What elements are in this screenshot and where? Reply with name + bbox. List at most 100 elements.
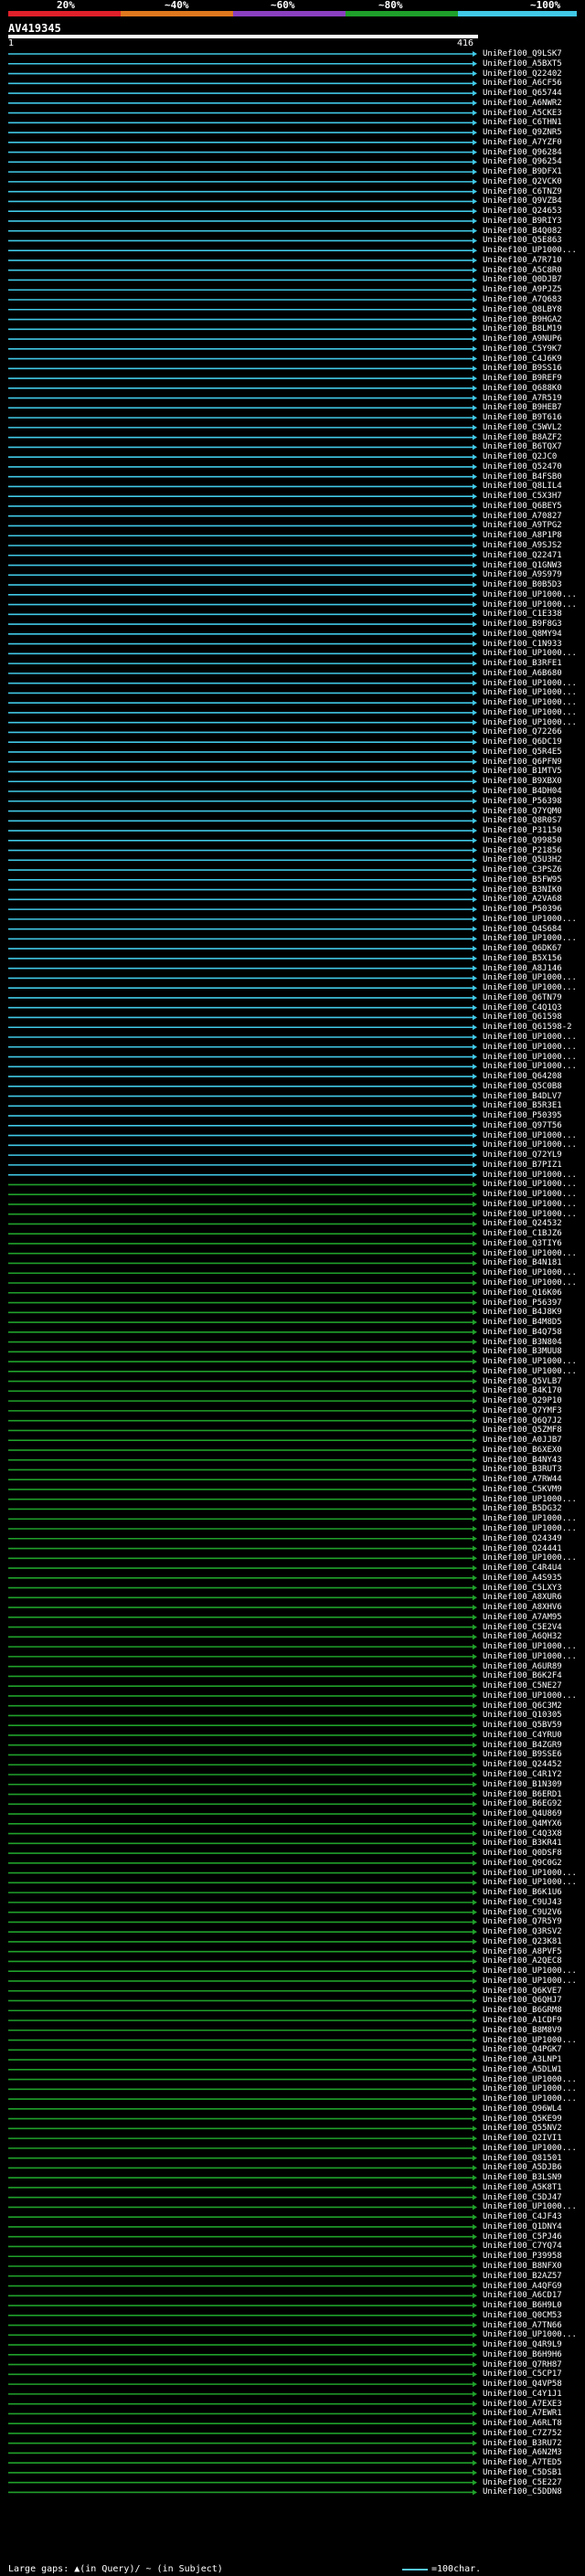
hit-label[interactable]: UniRef100_UP1000...	[483, 915, 585, 924]
hit-label[interactable]: UniRef100_Q61598	[483, 1012, 585, 1022]
hit-label[interactable]: UniRef100_A7R710	[483, 256, 585, 265]
hit-label[interactable]: UniRef100_UP1000...	[483, 1514, 585, 1523]
hit-label[interactable]: UniRef100_Q688K0	[483, 384, 585, 393]
hit-label[interactable]: UniRef100_C4YRU0	[483, 1731, 585, 1740]
hit-label[interactable]: UniRef100_A9NUP6	[483, 334, 585, 344]
hit-label[interactable]: UniRef100_B5X156	[483, 954, 585, 963]
hit-label[interactable]: UniRef100_Q4VP58	[483, 2380, 585, 2389]
hit-label[interactable]: UniRef100_UP1000...	[483, 1278, 585, 1288]
hit-label[interactable]: UniRef100_Q52470	[483, 462, 585, 472]
hit-label[interactable]: UniRef100_UP1000...	[483, 688, 585, 697]
hit-label[interactable]: UniRef100_UP1000...	[483, 1652, 585, 1661]
hit-label[interactable]: UniRef100_A0JJB7	[483, 1436, 585, 1445]
hit-label[interactable]: UniRef100_UP1000...	[483, 1357, 585, 1366]
hit-label[interactable]: UniRef100_Q3TIY6	[483, 1239, 585, 1248]
hit-label[interactable]: UniRef100_Q5BV59	[483, 1721, 585, 1730]
hit-label[interactable]: UniRef100_UP1000...	[483, 1171, 585, 1180]
hit-label[interactable]: UniRef100_Q7R5Y9	[483, 1917, 585, 1926]
hit-label[interactable]: UniRef100_C5WVL2	[483, 423, 585, 432]
hit-label[interactable]: UniRef100_B2AZ57	[483, 2272, 585, 2281]
hit-label[interactable]: UniRef100_Q24653	[483, 207, 585, 216]
hit-label[interactable]: UniRef100_B4ZGR9	[483, 1741, 585, 1750]
hit-label[interactable]: UniRef100_UP1000...	[483, 1062, 585, 1071]
hit-label[interactable]: UniRef100_UP1000...	[483, 708, 585, 717]
hit-label[interactable]: UniRef100_UP1000...	[483, 934, 585, 943]
hit-label[interactable]: UniRef100_A5CKE3	[483, 109, 585, 118]
hit-label[interactable]: UniRef100_A8PVF5	[483, 1947, 585, 1956]
hit-label[interactable]: UniRef100_A9S979	[483, 570, 585, 579]
hit-label[interactable]: UniRef100_B3MUU8	[483, 1347, 585, 1356]
hit-label[interactable]: UniRef100_UP1000...	[483, 1268, 585, 1277]
hit-label[interactable]: UniRef100_B4N181	[483, 1258, 585, 1267]
hit-label[interactable]: UniRef100_C4Y1J1	[483, 2390, 585, 2399]
hit-label[interactable]: UniRef100_C7YQ74	[483, 2242, 585, 2251]
hit-label[interactable]: UniRef100_B8AZF2	[483, 433, 585, 442]
hit-label[interactable]: UniRef100_UP1000...	[483, 1553, 585, 1563]
hit-label[interactable]: UniRef100_Q96254	[483, 157, 585, 166]
hit-label[interactable]: UniRef100_Q6DK67	[483, 944, 585, 953]
hit-label[interactable]: UniRef100_Q6TN79	[483, 993, 585, 1002]
hit-label[interactable]: UniRef100_A7EWR1	[483, 2409, 585, 2418]
hit-label[interactable]: UniRef100_B6XEX0	[483, 1446, 585, 1455]
hit-label[interactable]: UniRef100_Q97T56	[483, 1121, 585, 1130]
hit-label[interactable]: UniRef100_B8M8V9	[483, 2026, 585, 2035]
hit-label[interactable]: UniRef100_Q5VLB7	[483, 1377, 585, 1386]
hit-label[interactable]: UniRef100_C5LXY3	[483, 1584, 585, 1593]
hit-label[interactable]: UniRef100_UP1000...	[483, 1210, 585, 1219]
hit-label[interactable]: UniRef100_A6RLT8	[483, 2419, 585, 2428]
hit-label[interactable]: UniRef100_C7Z752	[483, 2429, 585, 2438]
hit-label[interactable]: UniRef100_P56398	[483, 797, 585, 806]
hit-label[interactable]: UniRef100_B3N804	[483, 1338, 585, 1347]
hit-label[interactable]: UniRef100_B3RUT3	[483, 1465, 585, 1474]
hit-label[interactable]: UniRef100_Q5E863	[483, 236, 585, 245]
hit-label[interactable]: UniRef100_C3PSZ6	[483, 865, 585, 875]
hit-label[interactable]: UniRef100_C4Q3X8	[483, 1829, 585, 1839]
hit-label[interactable]: UniRef100_UP1000...	[483, 649, 585, 658]
hit-label[interactable]: UniRef100_Q2IVI1	[483, 2134, 585, 2143]
hit-label[interactable]: UniRef100_B4Q082	[483, 227, 585, 236]
hit-label[interactable]: UniRef100_A6NWR2	[483, 99, 585, 108]
hit-label[interactable]: UniRef100_A5BXT5	[483, 59, 585, 69]
hit-label[interactable]: UniRef100_B4Q758	[483, 1328, 585, 1337]
hit-label[interactable]: UniRef100_A3LNP1	[483, 2055, 585, 2064]
hit-label[interactable]: UniRef100_C5DSB1	[483, 2468, 585, 2477]
hit-label[interactable]: UniRef100_Q55NV2	[483, 2124, 585, 2133]
hit-label[interactable]: UniRef100_UP1000...	[483, 2202, 585, 2211]
hit-label[interactable]: UniRef100_A6UR89	[483, 1662, 585, 1671]
hit-label[interactable]: UniRef100_A9TPG2	[483, 521, 585, 530]
hit-label[interactable]: UniRef100_A7TN66	[483, 2321, 585, 2330]
hit-label[interactable]: UniRef100_UP1000...	[483, 1524, 585, 1533]
hit-label[interactable]: UniRef100_Q5C0B8	[483, 1082, 585, 1091]
hit-label[interactable]: UniRef100_A7TED5	[483, 2458, 585, 2467]
hit-label[interactable]: UniRef100_UP1000...	[483, 1140, 585, 1150]
hit-label[interactable]: UniRef100_B9HGA2	[483, 315, 585, 324]
hit-label[interactable]: UniRef100_B9REF9	[483, 374, 585, 383]
hit-label[interactable]: UniRef100_B8LM19	[483, 324, 585, 334]
hit-label[interactable]: UniRef100_A8XUR6	[483, 1593, 585, 1602]
hit-label[interactable]: UniRef100_B5FW95	[483, 875, 585, 885]
hit-label[interactable]: UniRef100_B6EG92	[483, 1799, 585, 1808]
hit-label[interactable]: UniRef100_UP1000...	[483, 1869, 585, 1878]
hit-label[interactable]: UniRef100_Q9LSK7	[483, 49, 585, 58]
hit-label[interactable]: UniRef100_B7PIZ1	[483, 1161, 585, 1170]
hit-label[interactable]: UniRef100_A4QFG9	[483, 2282, 585, 2291]
hit-label[interactable]: UniRef100_Q22471	[483, 551, 585, 560]
hit-label[interactable]: UniRef100_Q22402	[483, 69, 585, 79]
hit-label[interactable]: UniRef100_Q0CM53	[483, 2311, 585, 2320]
hit-label[interactable]: UniRef100_Q24532	[483, 1219, 585, 1228]
hit-label[interactable]: UniRef100_C1E338	[483, 610, 585, 619]
hit-label[interactable]: UniRef100_A7YZF0	[483, 138, 585, 147]
hit-label[interactable]: UniRef100_Q81501	[483, 2154, 585, 2163]
hit-label[interactable]: UniRef100_UP1000...	[483, 1642, 585, 1651]
hit-label[interactable]: UniRef100_UP1000...	[483, 246, 585, 255]
hit-label[interactable]: UniRef100_Q23K81	[483, 1937, 585, 1946]
hit-label[interactable]: UniRef100_UP1000...	[483, 973, 585, 982]
hit-label[interactable]: UniRef100_Q9VZB4	[483, 196, 585, 206]
hit-label[interactable]: UniRef100_Q4MYX6	[483, 1819, 585, 1829]
hit-label[interactable]: UniRef100_UP1000...	[483, 1131, 585, 1140]
hit-label[interactable]: UniRef100_UP1000...	[483, 1367, 585, 1376]
hit-label[interactable]: UniRef100_UP1000...	[483, 698, 585, 707]
hit-label[interactable]: UniRef100_B9SS16	[483, 364, 585, 373]
hit-label[interactable]: UniRef100_Q8MY94	[483, 630, 585, 639]
hit-label[interactable]: UniRef100_B6TQX7	[483, 442, 585, 451]
